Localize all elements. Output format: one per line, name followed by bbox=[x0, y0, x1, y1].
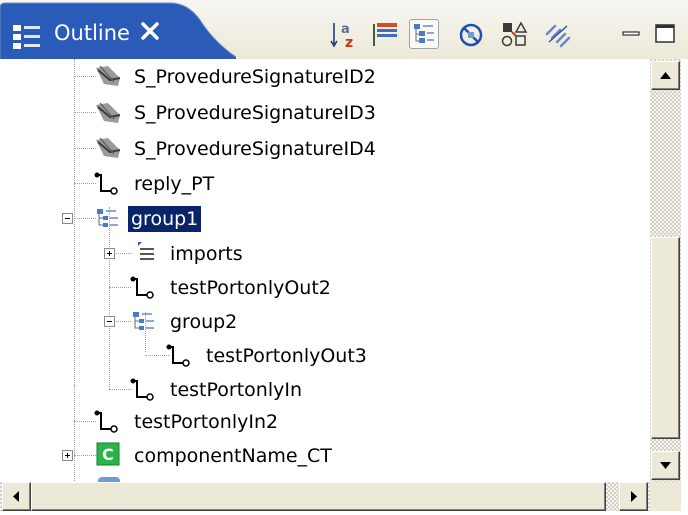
horizontal-scrollbar[interactable] bbox=[0, 482, 650, 511]
svg-text:C: C bbox=[102, 445, 114, 464]
signature-icon bbox=[94, 62, 122, 90]
tree-item-label[interactable]: testPortonlyIn2 bbox=[131, 409, 281, 435]
signature-icon bbox=[94, 134, 122, 162]
svg-text:z: z bbox=[345, 35, 353, 50]
tree-item-label[interactable]: imports bbox=[167, 241, 246, 267]
view-toolbar: Outline a z bbox=[0, 0, 688, 59]
collapse-all-icon[interactable] bbox=[371, 20, 401, 50]
tree-item-label[interactable]: testPortonlyOut3 bbox=[203, 343, 370, 369]
tree-branch bbox=[74, 455, 96, 456]
view-border bbox=[0, 511, 688, 515]
minimize-icon[interactable] bbox=[620, 20, 650, 50]
tree-branch bbox=[74, 218, 96, 219]
filter-hide-icon[interactable] bbox=[457, 20, 487, 50]
close-icon[interactable] bbox=[140, 21, 160, 41]
scroll-up-button[interactable] bbox=[651, 61, 680, 90]
tree-item-label[interactable]: componentName_CT bbox=[131, 443, 335, 469]
tree-item-label[interactable]: S_ProvedureSignatureID4 bbox=[131, 136, 379, 162]
tree-branch bbox=[74, 421, 96, 422]
view-border bbox=[681, 59, 688, 515]
scroll-down-button[interactable] bbox=[651, 451, 680, 480]
link-icon[interactable] bbox=[543, 20, 573, 50]
outline-view-icon bbox=[12, 22, 42, 52]
tree-item-label[interactable]: group2 bbox=[167, 309, 240, 335]
group-icon bbox=[94, 204, 122, 232]
scroll-right-button[interactable] bbox=[619, 482, 648, 511]
sort-az-icon[interactable]: a z bbox=[330, 20, 360, 50]
vertical-scroll-thumb[interactable] bbox=[651, 237, 680, 439]
horizontal-scroll-thumb[interactable] bbox=[31, 482, 606, 511]
shapes-icon[interactable] bbox=[500, 20, 530, 50]
imports-icon bbox=[130, 239, 158, 267]
tree-branch bbox=[74, 76, 96, 77]
tree-branch bbox=[109, 389, 131, 390]
tree-item-label[interactable]: testPortonlyIn bbox=[167, 377, 305, 403]
view-title: Outline bbox=[54, 21, 130, 45]
tree-item-label[interactable]: reply_PT bbox=[131, 171, 217, 197]
tree-item-label[interactable]: S_ProvedureSignatureID3 bbox=[131, 100, 379, 126]
tree-branch bbox=[74, 148, 96, 149]
tree-branch bbox=[74, 112, 96, 113]
tree-guide-line bbox=[74, 59, 75, 385]
port-type-icon bbox=[130, 375, 158, 403]
outline-view: Outline a z S_ProvedureSignatureID2 S_Pr… bbox=[0, 0, 688, 515]
collapse-toggle[interactable] bbox=[62, 213, 73, 224]
tree-item-label[interactable]: testPortonlyOut2 bbox=[167, 275, 334, 301]
component-icon bbox=[96, 475, 124, 482]
tree-branch bbox=[109, 287, 131, 288]
maximize-icon[interactable] bbox=[652, 20, 682, 50]
tree-item-label-selected[interactable]: group1 bbox=[128, 206, 202, 232]
tree-branch bbox=[74, 183, 96, 184]
collapse-toggle[interactable] bbox=[104, 316, 115, 327]
port-type-icon bbox=[130, 273, 158, 301]
expand-toggle[interactable] bbox=[62, 450, 73, 461]
vertical-scrollbar[interactable] bbox=[650, 59, 681, 482]
tree-guide-line bbox=[74, 385, 75, 482]
signature-icon bbox=[94, 99, 122, 127]
port-type-icon bbox=[94, 169, 122, 197]
port-type-icon bbox=[166, 341, 194, 369]
tree-item-label[interactable]: S_ProvedureSignatureID2 bbox=[131, 64, 379, 90]
group-tree-icon[interactable] bbox=[409, 19, 439, 49]
component-type-icon: C bbox=[96, 441, 124, 469]
tree-guide-line bbox=[109, 207, 110, 389]
expand-toggle[interactable] bbox=[104, 248, 115, 259]
scroll-left-button[interactable] bbox=[2, 482, 31, 511]
group-icon bbox=[130, 307, 158, 335]
port-type-icon bbox=[94, 407, 122, 435]
outline-tree[interactable]: S_ProvedureSignatureID2 S_ProvedureSigna… bbox=[0, 59, 650, 482]
